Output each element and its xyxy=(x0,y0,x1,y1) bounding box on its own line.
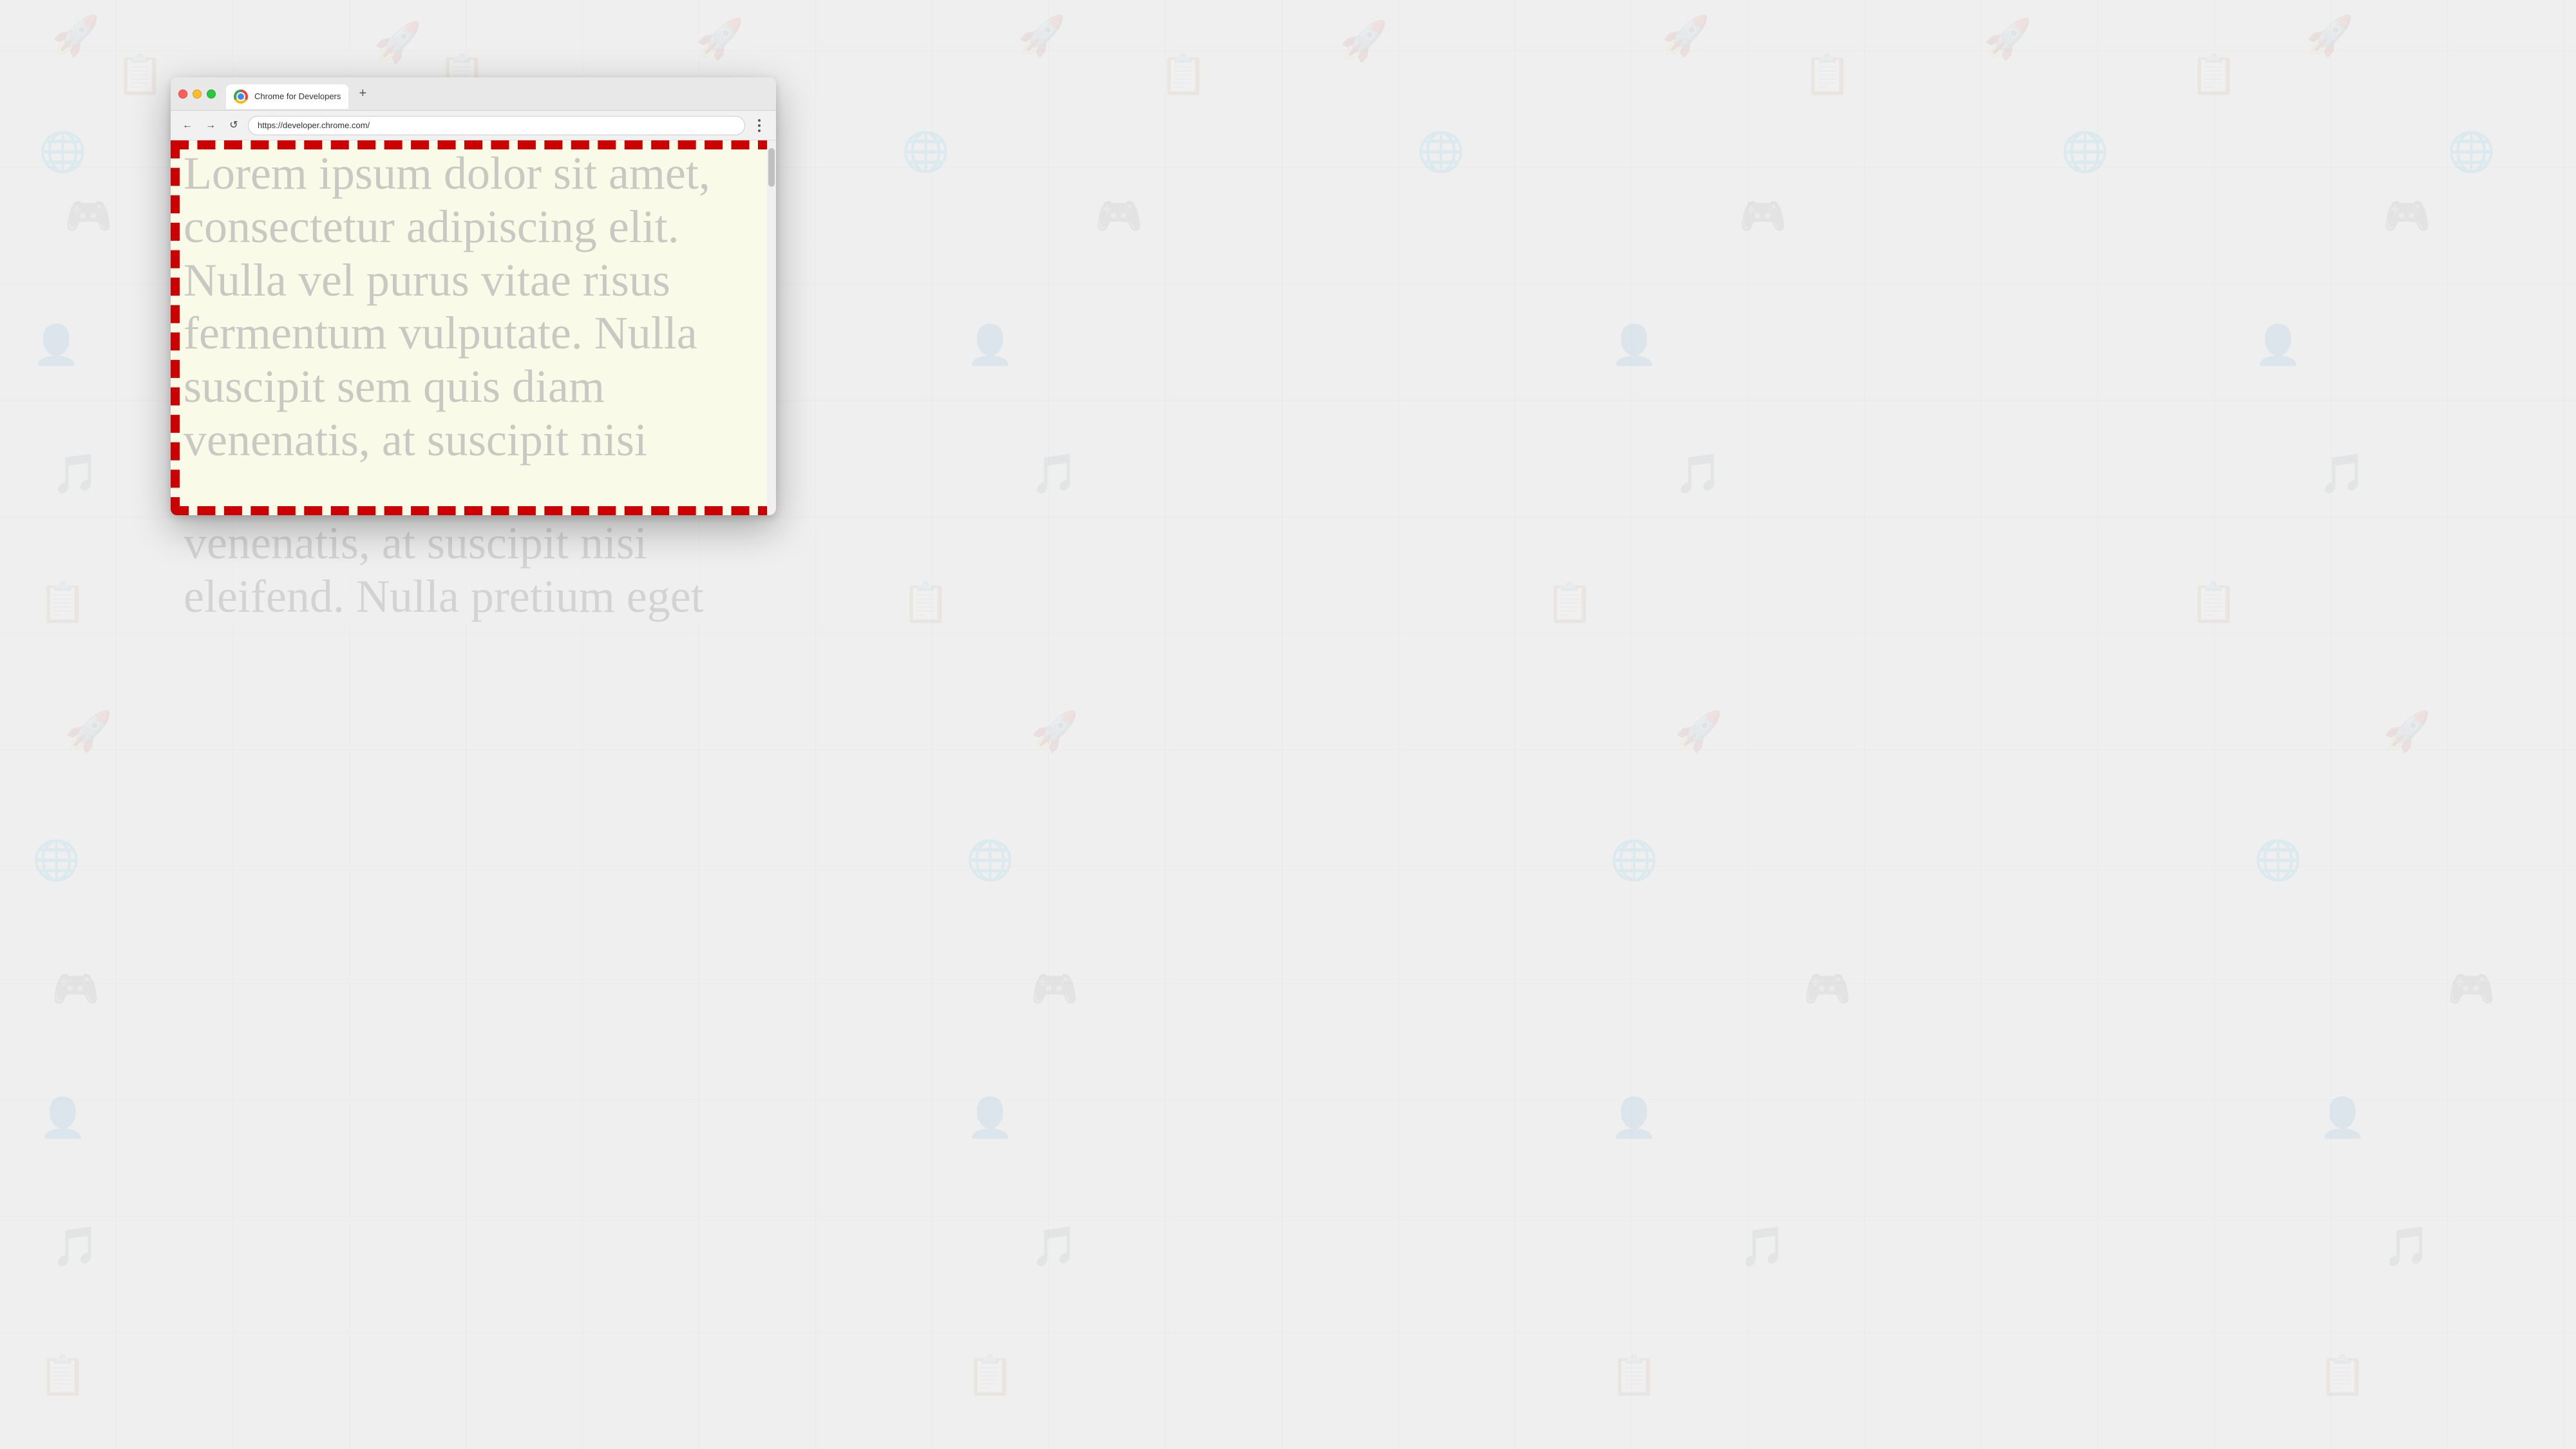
forward-arrow-icon: → xyxy=(205,120,216,131)
bg-icon-35: 🚀 xyxy=(64,708,113,754)
lorem-ipsum-text: Lorem ipsum dolor sit amet, consectetur … xyxy=(184,147,763,467)
back-button[interactable]: ← xyxy=(178,117,196,135)
lorem-line-3: Nulla vel purus vitae risus xyxy=(184,254,763,307)
bg-icon-55: 📋 xyxy=(39,1352,87,1398)
bg-icon-44: 🎮 xyxy=(1030,966,1079,1012)
bg-icon-56: 📋 xyxy=(966,1352,1014,1398)
bg-icon-53: 🎵 xyxy=(1739,1224,1787,1269)
address-bar[interactable]: https://developer.chrome.com/ xyxy=(248,116,745,135)
bg-icon-50: 👤 xyxy=(2318,1095,2367,1141)
maximize-button[interactable] xyxy=(207,90,216,99)
url-text: https://developer.chrome.com/ xyxy=(258,120,370,130)
bg-icon-5: 🚀 xyxy=(1340,18,1388,64)
bg-icon-14: 🌐 xyxy=(39,129,87,175)
bg-icon-7: 🚀 xyxy=(1984,16,2032,62)
bg-icon-51: 🎵 xyxy=(52,1224,100,1269)
bg-icon-16: 🌐 xyxy=(1417,129,1465,175)
bg-icon-54: 🎵 xyxy=(2383,1224,2431,1269)
back-arrow-icon: ← xyxy=(182,120,193,131)
bg-icon-22: 🎮 xyxy=(2383,193,2431,239)
bg-icon-8: 🚀 xyxy=(2306,13,2354,59)
forward-button[interactable]: → xyxy=(202,117,220,135)
tab-title: Chrome for Developers xyxy=(254,91,341,101)
lorem-line-1: Lorem ipsum dolor sit amet, xyxy=(184,147,763,200)
menu-dot-2 xyxy=(758,124,761,127)
bg-icon-46: 🎮 xyxy=(2447,966,2496,1012)
browser-menu-button[interactable] xyxy=(750,117,768,135)
reload-icon: ↺ xyxy=(229,120,238,131)
new-tab-button[interactable]: + xyxy=(354,85,372,103)
menu-dot-1 xyxy=(758,119,761,122)
bg-icon-18: 🌐 xyxy=(2447,129,2496,175)
below-fold-text: venenatis, at suscipit nisi eleifend. Nu… xyxy=(171,516,776,623)
bg-icon-4: 🚀 xyxy=(1018,13,1066,59)
bg-icon-9: 📋 xyxy=(116,52,164,97)
bg-icon-58: 📋 xyxy=(2318,1352,2367,1398)
bg-icon-15: 🌐 xyxy=(902,129,950,175)
bg-icon-3: 🚀 xyxy=(696,16,744,62)
bg-icon-40: 🌐 xyxy=(966,837,1014,883)
bg-icon-2: 🚀 xyxy=(374,19,422,65)
bg-icon-45: 🎮 xyxy=(1803,966,1852,1012)
bg-icon-37: 🚀 xyxy=(1674,708,1723,754)
scrollbar[interactable] xyxy=(767,140,776,515)
bg-icon-39: 🌐 xyxy=(32,837,80,883)
page-content: Lorem ipsum dolor sit amet, consectetur … xyxy=(171,140,776,515)
below-line-1: venenatis, at suscipit nisi xyxy=(184,516,763,570)
menu-dot-3 xyxy=(758,129,761,132)
bg-icon-41: 🌐 xyxy=(1610,837,1658,883)
bg-icon-27: 🎵 xyxy=(52,451,100,497)
bg-icon-49: 👤 xyxy=(1610,1095,1658,1141)
bg-icon-48: 👤 xyxy=(966,1095,1014,1141)
bg-icon-47: 👤 xyxy=(39,1095,87,1141)
bg-icon-31: 📋 xyxy=(39,580,87,625)
scrollbar-thumb[interactable] xyxy=(768,148,775,187)
bg-icon-28: 🎵 xyxy=(1030,451,1079,497)
bg-icon-21: 🎮 xyxy=(1739,193,1787,239)
bg-icon-33: 📋 xyxy=(1546,580,1594,625)
traffic-lights xyxy=(178,90,216,99)
bg-icon-57: 📋 xyxy=(1610,1352,1658,1398)
bg-icon-30: 🎵 xyxy=(2318,451,2367,497)
bg-icon-38: 🚀 xyxy=(2383,708,2431,754)
bg-icon-43: 🎮 xyxy=(52,966,100,1012)
title-bar: Chrome for Developers + xyxy=(171,77,776,111)
bg-icon-6: 🚀 xyxy=(1662,13,1710,59)
browser-window: Chrome for Developers + ← → ↺ https://de… xyxy=(171,77,776,515)
bg-icon-32: 📋 xyxy=(902,580,950,625)
browser-toolbar: ← → ↺ https://developer.chrome.com/ xyxy=(171,111,776,140)
bg-icon-1: 🚀 xyxy=(52,13,100,59)
bg-icon-42: 🌐 xyxy=(2254,837,2302,883)
bg-icon-25: 👤 xyxy=(1610,322,1658,368)
bg-icon-29: 🎵 xyxy=(1674,451,1723,497)
reload-button[interactable]: ↺ xyxy=(225,117,243,135)
bg-icon-24: 👤 xyxy=(966,322,1014,368)
minimize-button[interactable] xyxy=(193,90,202,99)
bg-icon-20: 🎮 xyxy=(1095,193,1143,239)
bg-icon-11: 📋 xyxy=(1159,52,1208,97)
lorem-line-2: consectetur adipiscing elit. xyxy=(184,200,763,254)
bg-icon-26: 👤 xyxy=(2254,322,2302,368)
below-line-2: eleifend. Nulla pretium eget xyxy=(184,570,763,623)
bg-icon-12: 📋 xyxy=(1803,52,1852,97)
bg-icon-23: 👤 xyxy=(32,322,80,368)
bg-icon-36: 🚀 xyxy=(1030,708,1079,754)
bg-icon-13: 📋 xyxy=(2190,52,2238,97)
chrome-favicon xyxy=(234,90,248,104)
lorem-line-6: venenatis, at suscipit nisi xyxy=(184,413,763,467)
bg-icon-34: 📋 xyxy=(2190,580,2238,625)
close-button[interactable] xyxy=(178,90,187,99)
bg-icon-19: 🎮 xyxy=(64,193,113,239)
lorem-line-4: fermentum vulputate. Nulla xyxy=(184,307,763,360)
browser-tab[interactable]: Chrome for Developers xyxy=(226,84,348,109)
lorem-line-5: suscipit sem quis diam xyxy=(184,360,763,413)
bg-icon-17: 🌐 xyxy=(2061,129,2109,175)
bg-icon-52: 🎵 xyxy=(1030,1224,1079,1269)
